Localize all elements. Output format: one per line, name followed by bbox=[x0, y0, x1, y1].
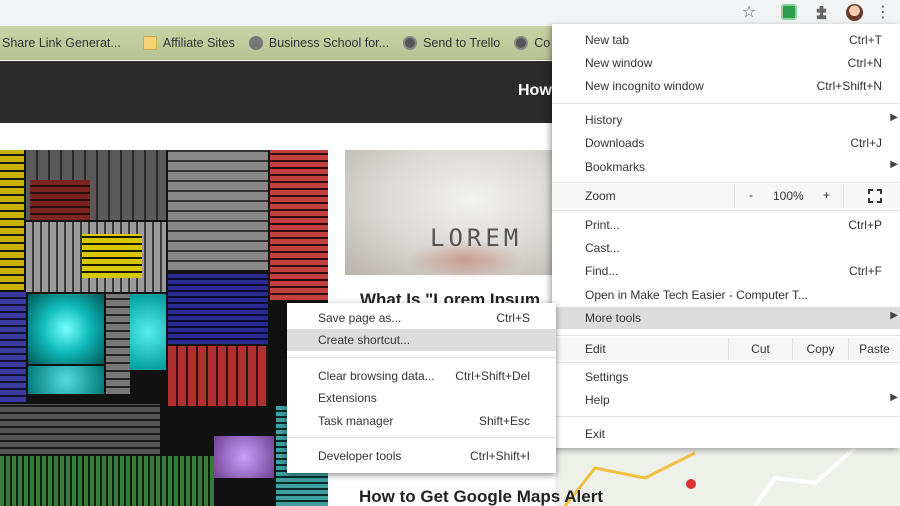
fullscreen-icon[interactable] bbox=[868, 189, 882, 203]
menu-open-in[interactable]: Open in Make Tech Easier - Computer T... bbox=[552, 284, 900, 306]
article-headline[interactable]: How to Get Google Maps Alert bbox=[359, 487, 603, 506]
copy-button[interactable]: Copy bbox=[792, 338, 848, 360]
zoom-out-button[interactable]: - bbox=[749, 188, 753, 202]
kebab-menu-icon[interactable]: ⋮ bbox=[875, 3, 891, 21]
menu-edit-row: Edit Cut Copy Paste bbox=[552, 338, 900, 360]
chrome-menu: New tab Ctrl+T New window Ctrl+N New inc… bbox=[552, 24, 900, 448]
bookmark-item[interactable]: Business School for... bbox=[248, 35, 389, 50]
menu-new-incognito-window[interactable]: New incognito window Ctrl+Shift+N bbox=[552, 75, 900, 97]
menu-divider bbox=[552, 210, 900, 211]
lorem-image[interactable]: LOREM bbox=[345, 150, 555, 280]
folder-icon bbox=[142, 35, 157, 50]
submenu-developer-tools[interactable]: Developer tools Ctrl+Shift+I bbox=[287, 445, 556, 467]
menu-exit[interactable]: Exit bbox=[552, 423, 900, 445]
zoom-in-button[interactable]: + bbox=[823, 188, 830, 202]
menu-print[interactable]: Print... Ctrl+P bbox=[552, 214, 900, 236]
submenu-task-manager[interactable]: Task manager Shift+Esc bbox=[287, 410, 556, 432]
chevron-right-icon: ▶ bbox=[890, 159, 898, 170]
menu-bookmarks[interactable]: Bookmarks ▶ bbox=[552, 156, 900, 178]
menu-divider bbox=[287, 357, 556, 358]
more-tools-submenu: Save page as... Ctrl+S Create shortcut..… bbox=[287, 303, 556, 473]
menu-new-window[interactable]: New window Ctrl+N bbox=[552, 52, 900, 74]
zoom-controls: - 100% + bbox=[734, 184, 844, 208]
submenu-clear-browsing-data[interactable]: Clear browsing data... Ctrl+Shift+Del bbox=[287, 365, 556, 387]
puzzle-icon[interactable] bbox=[812, 3, 830, 21]
menu-divider bbox=[552, 182, 900, 183]
submenu-save-page-as[interactable]: Save page as... Ctrl+S bbox=[287, 307, 556, 329]
bookmark-item[interactable]: Share Link Generat... bbox=[2, 36, 121, 50]
zoom-level: 100% bbox=[773, 189, 804, 203]
paste-button[interactable]: Paste bbox=[848, 338, 900, 360]
lorem-word: LOREM bbox=[430, 224, 523, 252]
globe-icon bbox=[514, 35, 529, 50]
extension-green-icon[interactable] bbox=[780, 3, 798, 21]
avatar[interactable] bbox=[845, 3, 863, 21]
menu-more-tools[interactable]: More tools ▶ bbox=[552, 307, 900, 329]
school-icon bbox=[248, 35, 263, 50]
submenu-create-shortcut[interactable]: Create shortcut... bbox=[287, 329, 556, 351]
chevron-right-icon: ▶ bbox=[890, 112, 898, 123]
browser-toolbar: ☆ ⋮ bbox=[0, 0, 900, 26]
bookmark-item[interactable]: Affiliate Sites bbox=[142, 35, 235, 50]
globe-icon bbox=[403, 35, 418, 50]
menu-new-tab[interactable]: New tab Ctrl+T bbox=[552, 29, 900, 51]
chevron-right-icon: ▶ bbox=[890, 310, 898, 321]
cut-button[interactable]: Cut bbox=[728, 338, 792, 360]
screen: ☆ ⋮ Share Link Generat... Affiliate Site… bbox=[0, 0, 900, 506]
menu-divider bbox=[552, 362, 900, 363]
menu-find[interactable]: Find... Ctrl+F bbox=[552, 260, 900, 282]
menu-divider bbox=[552, 335, 900, 336]
site-header-text[interactable]: How bbox=[518, 82, 552, 100]
map-thumbnail bbox=[555, 446, 900, 506]
menu-divider bbox=[552, 103, 900, 104]
bookmark-item[interactable]: Send to Trello bbox=[403, 35, 500, 50]
menu-downloads[interactable]: Downloads Ctrl+J bbox=[552, 132, 900, 154]
menu-divider bbox=[287, 437, 556, 438]
menu-zoom-row: Zoom - 100% + bbox=[552, 184, 900, 208]
bookmark-item[interactable]: Co bbox=[514, 35, 550, 50]
chevron-right-icon: ▶ bbox=[890, 392, 898, 403]
menu-help[interactable]: Help ▶ bbox=[552, 389, 900, 411]
treemap-image bbox=[0, 150, 328, 506]
menu-settings[interactable]: Settings bbox=[552, 366, 900, 388]
submenu-extensions[interactable]: Extensions bbox=[287, 387, 556, 409]
menu-divider bbox=[552, 416, 900, 417]
star-icon[interactable]: ☆ bbox=[740, 3, 758, 21]
menu-history[interactable]: History ▶ bbox=[552, 109, 900, 131]
menu-cast[interactable]: Cast... bbox=[552, 237, 900, 259]
